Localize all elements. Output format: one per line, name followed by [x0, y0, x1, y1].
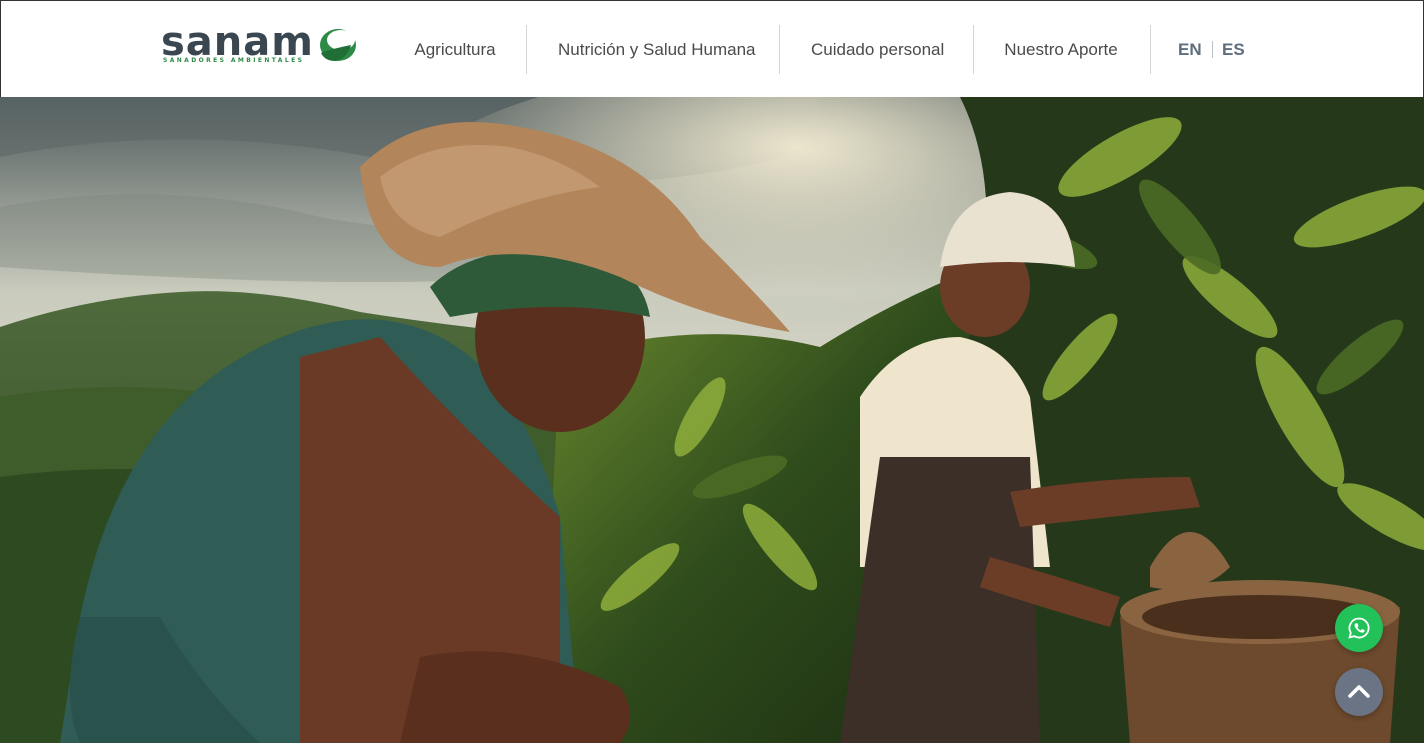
nav-divider	[526, 25, 527, 74]
whatsapp-button[interactable]	[1335, 604, 1383, 652]
lang-divider	[1212, 41, 1213, 58]
lang-es[interactable]: ES	[1222, 25, 1245, 74]
nav-item-agricultura[interactable]: Agricultura	[414, 25, 496, 74]
nav-item-nuestro-aporte[interactable]: Nuestro Aporte	[1004, 25, 1118, 74]
whatsapp-icon	[1348, 617, 1370, 639]
lang-en[interactable]: EN	[1178, 25, 1202, 74]
hero-banner	[0, 97, 1424, 743]
nav-item-cuidado-personal[interactable]: Cuidado personal	[811, 25, 944, 74]
nav-item-nutricion[interactable]: Nutrición y Salud Humana	[558, 25, 755, 74]
scroll-to-top-button[interactable]	[1335, 668, 1383, 716]
main-nav: Agricultura Nutrición y Salud Humana Cui…	[1, 25, 1424, 74]
chevron-up-icon	[1348, 685, 1370, 698]
nav-divider	[973, 25, 974, 74]
hero-image	[0, 97, 1424, 743]
nav-divider	[779, 25, 780, 74]
nav-divider	[1150, 25, 1151, 74]
site-header: sanam SANADORES AMBIENTALES Agricultura …	[0, 0, 1424, 97]
